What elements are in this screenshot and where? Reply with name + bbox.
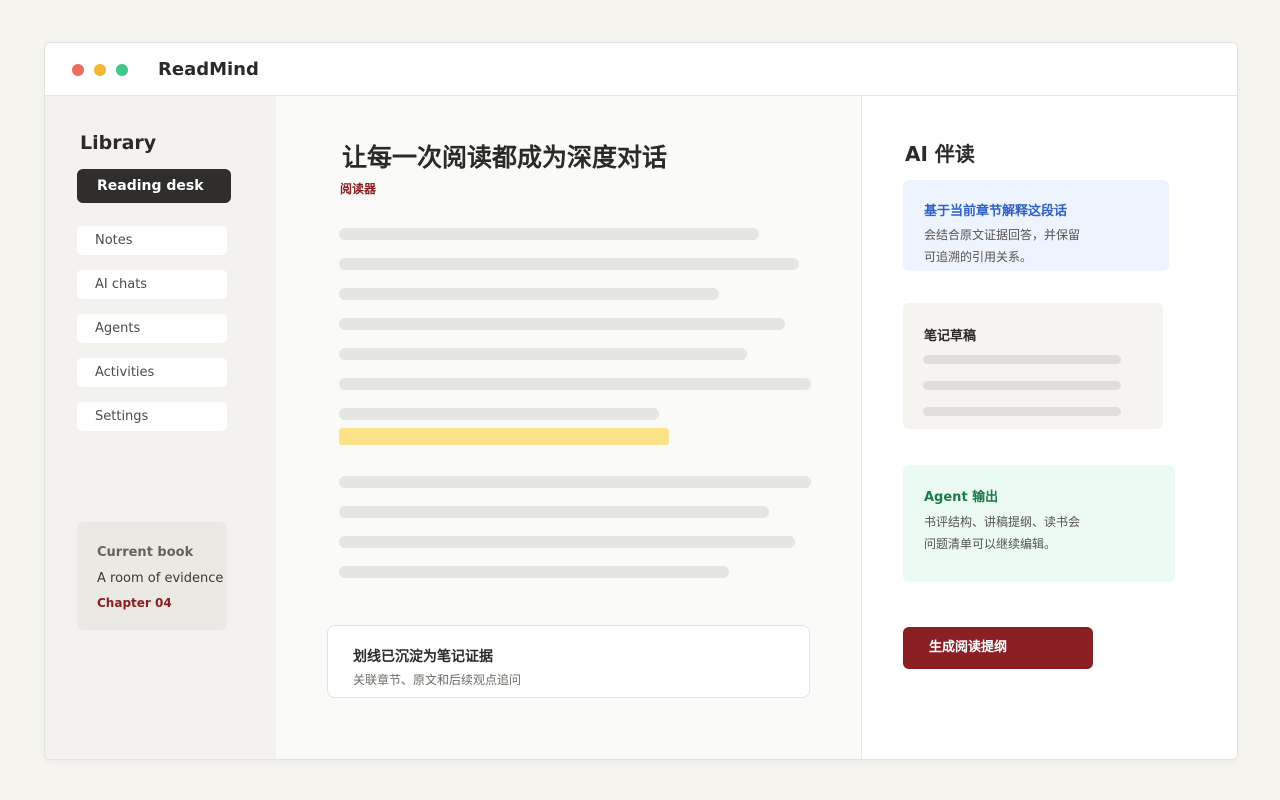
reader-pane: 让每一次阅读都成为深度对话 阅读器 划线已沉淀为笔记证据 关联章节、原文和后续观… [276, 96, 862, 759]
current-book-label: Current book [97, 545, 194, 560]
text-line-placeholder [339, 318, 785, 330]
evidence-subtitle: 关联章节、原文和后续观点追问 [353, 673, 522, 687]
evidence-card[interactable]: 划线已沉淀为笔记证据 关联章节、原文和后续观点追问 [327, 625, 810, 698]
draft-line-placeholder [923, 407, 1121, 416]
agent-output-card[interactable]: Agent 输出 书评结构、讲稿提纲、读书会 问题清单可以继续编辑。 [903, 465, 1175, 582]
text-line-placeholder [339, 408, 659, 420]
text-line-placeholder [339, 258, 799, 270]
sidebar-item-reading-desk[interactable]: Reading desk [77, 169, 231, 203]
app-title: ReadMind [158, 59, 259, 80]
explain-card-line: 可追溯的引用关系。 [924, 250, 1033, 264]
evidence-title: 划线已沉淀为笔记证据 [353, 649, 493, 665]
text-line-placeholder [339, 348, 747, 360]
app-window: ReadMind Library Reading desk Notes AI c… [44, 42, 1238, 760]
sidebar-item-notes[interactable]: Notes [77, 226, 227, 255]
ai-companion-panel: AI 伴读 基于当前章节解释这段话 会结合原文证据回答，并保留 可追溯的引用关系… [862, 96, 1237, 759]
highlighted-passage[interactable] [339, 428, 669, 445]
sidebar-title: Library [80, 132, 157, 154]
current-book-chapter: Chapter 04 [97, 596, 172, 610]
sidebar: Library Reading desk Notes AI chats Agen… [45, 96, 276, 759]
text-line-placeholder [339, 536, 795, 548]
text-line-placeholder [339, 476, 811, 488]
generate-outline-button[interactable]: 生成阅读提纲 [903, 627, 1093, 669]
reader-title: 让每一次阅读都成为深度对话 [342, 143, 668, 172]
maximize-window-button[interactable] [116, 64, 128, 76]
draft-line-placeholder [923, 381, 1121, 390]
minimize-window-button[interactable] [94, 64, 106, 76]
panel-title: AI 伴读 [905, 142, 975, 166]
text-line-placeholder [339, 378, 811, 390]
draft-line-placeholder [923, 355, 1121, 364]
agent-card-line: 问题清单可以继续编辑。 [924, 537, 1057, 551]
notes-draft-card[interactable]: 笔记草稿 [903, 303, 1163, 429]
title-bar: ReadMind [45, 43, 1237, 96]
agent-card-title: Agent 输出 [924, 490, 999, 505]
text-line-placeholder [339, 566, 729, 578]
current-book-title: A room of evidence [97, 571, 224, 586]
explain-card-title: 基于当前章节解释这段话 [924, 204, 1068, 219]
explain-passage-card[interactable]: 基于当前章节解释这段话 会结合原文证据回答，并保留 可追溯的引用关系。 [903, 180, 1169, 271]
sidebar-item-agents[interactable]: Agents [77, 314, 227, 343]
reader-tag: 阅读器 [340, 182, 377, 196]
text-line-placeholder [339, 228, 759, 240]
text-line-placeholder [339, 288, 719, 300]
sidebar-item-settings[interactable]: Settings [77, 402, 227, 431]
close-window-button[interactable] [72, 64, 84, 76]
sidebar-item-activities[interactable]: Activities [77, 358, 227, 387]
current-book-card[interactable]: Current book A room of evidence Chapter … [77, 522, 227, 630]
notes-card-title: 笔记草稿 [924, 329, 977, 344]
sidebar-item-ai-chats[interactable]: AI chats [77, 270, 227, 299]
agent-card-line: 书评结构、讲稿提纲、读书会 [924, 515, 1081, 529]
text-line-placeholder [339, 506, 769, 518]
explain-card-line: 会结合原文证据回答，并保留 [924, 228, 1081, 242]
